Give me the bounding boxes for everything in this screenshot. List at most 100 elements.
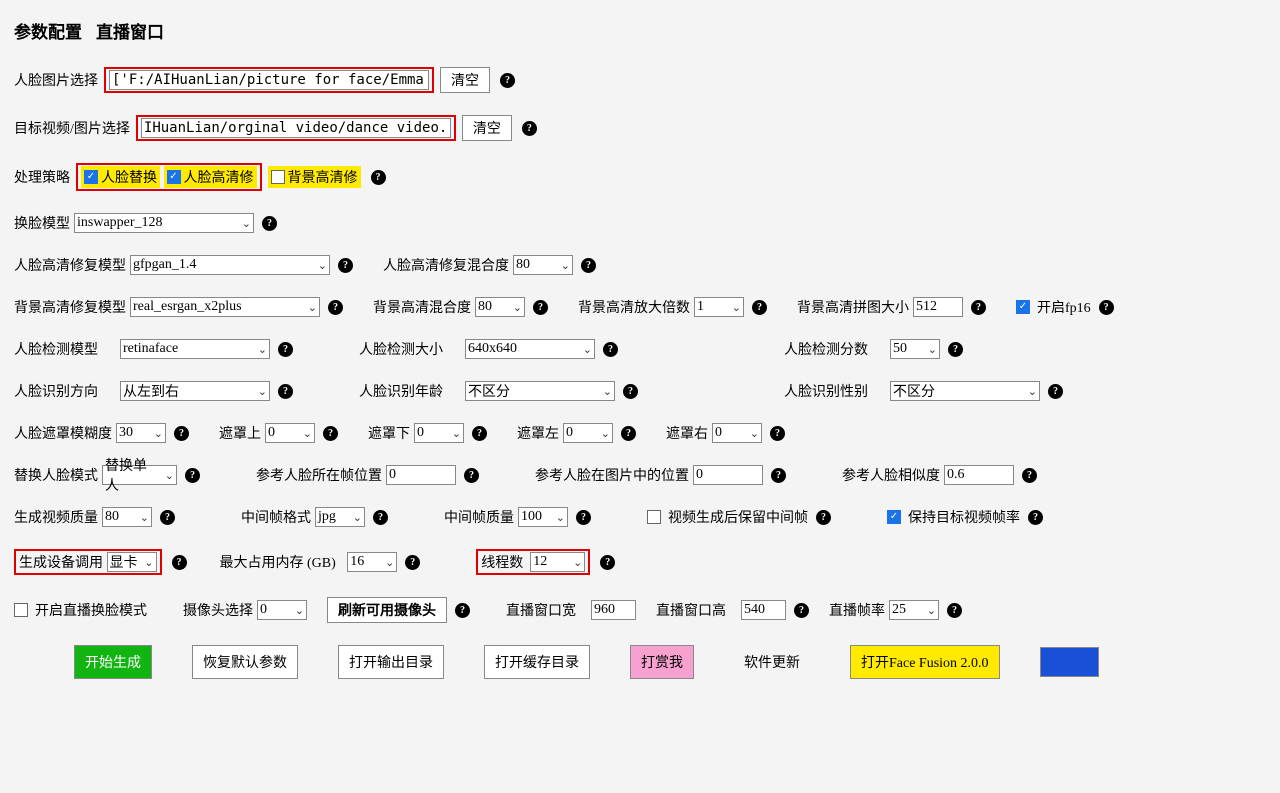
help-icon[interactable]: ? [464,468,479,483]
open-output-button[interactable]: 打开输出目录 [338,645,444,679]
tab-config[interactable]: 参数配置 [14,18,82,47]
strategy-swap-checkbox[interactable]: ✓ [84,170,98,184]
help-icon[interactable]: ? [338,258,353,273]
help-icon[interactable]: ? [971,300,986,315]
help-icon[interactable]: ? [328,300,343,315]
help-icon[interactable]: ? [405,555,420,570]
swap-model-select[interactable]: inswapper_128 [74,213,254,233]
max-mem-select[interactable]: 16 [347,552,397,572]
live-fps-select[interactable]: 25 [889,600,939,620]
strategy-swap-label: 人脸替换 [101,167,157,187]
face-age-label: 人脸识别年龄 [359,381,443,401]
ref-frame-input[interactable] [386,465,456,485]
bg-tile-input[interactable] [913,297,963,317]
reset-button[interactable]: 恢复默认参数 [192,645,298,679]
face-age-select[interactable]: 不区分 [465,381,615,401]
face-hd-blend-label: 人脸高清修复混合度 [383,255,509,275]
tab-live[interactable]: 直播窗口 [96,18,164,47]
open-cache-button[interactable]: 打开缓存目录 [484,645,590,679]
video-quality-select[interactable]: 80 [102,507,152,527]
ref-sim-input[interactable] [944,465,1014,485]
help-icon[interactable]: ? [1048,384,1063,399]
bg-hd-model-label: 背景高清修复模型 [14,297,126,317]
help-icon[interactable]: ? [948,342,963,357]
mask-top-select[interactable]: 0 [265,423,315,443]
help-icon[interactable]: ? [278,384,293,399]
mid-quality-select[interactable]: 100 [518,507,568,527]
help-icon[interactable]: ? [581,258,596,273]
help-icon[interactable]: ? [600,555,615,570]
face-gender-select[interactable]: 不区分 [890,381,1040,401]
help-icon[interactable]: ? [160,510,175,525]
detect-size-select[interactable]: 640x640 [465,339,595,359]
help-icon[interactable]: ? [1099,300,1114,315]
help-icon[interactable]: ? [603,342,618,357]
help-icon[interactable]: ? [455,603,470,618]
target-video-clear-button[interactable]: 清空 [462,115,512,141]
cam-refresh-button[interactable]: 刷新可用摄像头 [327,597,447,623]
help-icon[interactable]: ? [1022,468,1037,483]
help-icon[interactable]: ? [752,300,767,315]
help-icon[interactable]: ? [472,426,487,441]
help-icon[interactable]: ? [770,426,785,441]
threads-select[interactable]: 12 [530,552,585,572]
face-image-clear-button[interactable]: 清空 [440,67,490,93]
detect-model-select[interactable]: retinaface [120,339,270,359]
bg-hd-model-select[interactable]: real_esrgan_x2plus [130,297,320,317]
device-select[interactable]: 显卡 [107,552,157,572]
replace-mode-select[interactable]: 替换单人 [102,465,177,485]
keep-fps-checkbox[interactable]: ✓ [887,510,901,524]
help-icon[interactable]: ? [1028,510,1043,525]
face-hd-blend-select[interactable]: 80 [513,255,573,275]
mask-right-select[interactable]: 0 [712,423,762,443]
help-icon[interactable]: ? [373,510,388,525]
mid-fmt-select[interactable]: jpg [315,507,365,527]
help-icon[interactable]: ? [533,300,548,315]
face-image-input[interactable] [109,70,429,90]
reward-button[interactable]: 打赏我 [630,645,694,679]
open-facefusion-button[interactable]: 打开Face Fusion 2.0.0 [850,645,1000,679]
help-icon[interactable]: ? [794,603,809,618]
strategy-bg-checkbox[interactable] [271,170,285,184]
cam-select[interactable]: 0 [257,600,307,620]
help-icon[interactable]: ? [771,468,786,483]
help-icon[interactable]: ? [621,426,636,441]
detect-score-select[interactable]: 50 [890,339,940,359]
mask-blur-select[interactable]: 30 [116,423,166,443]
strategy-hd-checkbox[interactable]: ✓ [167,170,181,184]
help-icon[interactable]: ? [278,342,293,357]
update-button[interactable]: 软件更新 [734,646,810,678]
mask-bottom-select[interactable]: 0 [414,423,464,443]
help-icon[interactable]: ? [371,170,386,185]
live-h-input[interactable] [741,600,786,620]
start-button[interactable]: 开始生成 [74,645,152,679]
mid-quality-label: 中间帧质量 [444,507,514,527]
help-icon[interactable]: ? [623,384,638,399]
ref-sim-label: 参考人脸相似度 [842,465,940,485]
target-video-input[interactable] [141,118,451,138]
help-icon[interactable]: ? [262,216,277,231]
fp16-checkbox[interactable]: ✓ [1016,300,1030,314]
help-icon[interactable]: ? [323,426,338,441]
help-icon[interactable]: ? [522,121,537,136]
bg-scale-select[interactable]: 1 [694,297,744,317]
device-label: 生成设备调用 [19,552,103,572]
strategy-hd-label: 人脸高清修 [184,167,254,187]
threads-label: 线程数 [481,552,523,572]
face-dir-select[interactable]: 从左到右 [120,381,270,401]
live-w-input[interactable] [591,600,636,620]
ref-pic-pos-input[interactable] [693,465,763,485]
last-button[interactable]: ········ [1040,647,1099,677]
help-icon[interactable]: ? [576,510,591,525]
help-icon[interactable]: ? [947,603,962,618]
live-mode-checkbox[interactable] [14,603,28,617]
help-icon[interactable]: ? [500,73,515,88]
face-hd-model-select[interactable]: gfpgan_1.4 [130,255,330,275]
mask-left-select[interactable]: 0 [563,423,613,443]
keep-mid-checkbox[interactable] [647,510,661,524]
help-icon[interactable]: ? [174,426,189,441]
help-icon[interactable]: ? [816,510,831,525]
bg-hd-blend-select[interactable]: 80 [475,297,525,317]
help-icon[interactable]: ? [185,468,200,483]
help-icon[interactable]: ? [172,555,187,570]
